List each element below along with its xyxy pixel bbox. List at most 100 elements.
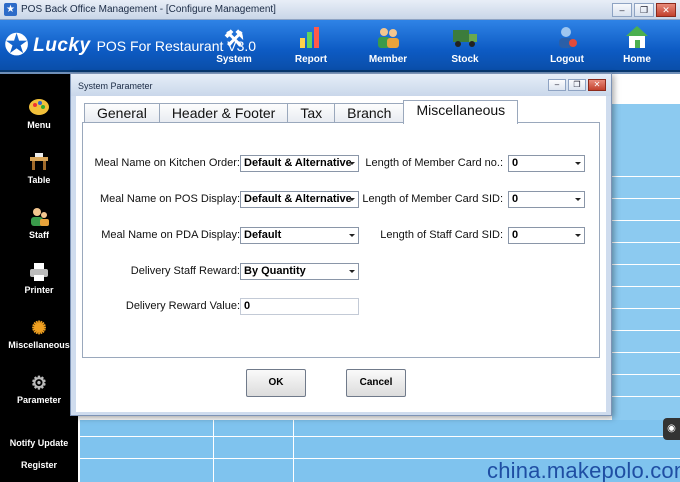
grid-column — [213, 420, 214, 482]
grid-line — [612, 286, 680, 287]
tab-branch[interactable]: Branch — [334, 103, 405, 123]
dialog-close-button[interactable]: ✕ — [588, 79, 606, 91]
system-parameter-dialog: System Parameter – ❐ ✕ General Header & … — [70, 73, 612, 416]
sidebar-item-staff[interactable]: Staff — [0, 206, 78, 240]
kitchen-order-select[interactable]: Default & Alternative — [240, 155, 359, 172]
table-icon — [0, 151, 78, 175]
grid-column — [293, 420, 294, 482]
staff-card-sid-label: Length of Staff Card SID: — [380, 229, 503, 241]
toolbar-home-label: Home — [623, 54, 651, 65]
watermark-text: china.makepolo.com — [487, 458, 680, 482]
member-card-sid-value: 0 — [512, 193, 519, 205]
window-title-bar: ★ POS Back Office Management - [Configur… — [0, 0, 680, 20]
notify-update-link[interactable]: Notify Update — [0, 438, 78, 448]
gear-icon: ⚙ — [30, 373, 48, 393]
toolbar-system-label: System — [216, 54, 252, 65]
delivery-reward-value-input[interactable]: 0 — [240, 298, 359, 315]
toolbar-report-label: Report — [294, 54, 328, 65]
close-button[interactable]: ✕ — [656, 3, 676, 17]
sidebar-item-parameter[interactable]: ⚙ Parameter — [0, 371, 78, 405]
tab-miscellaneous[interactable]: Miscellaneous — [403, 100, 519, 124]
dialog-minimize-button[interactable]: – — [548, 79, 566, 91]
staff-icon — [0, 206, 78, 230]
staff-card-sid-value: 0 — [512, 229, 519, 241]
home-icon — [607, 24, 667, 54]
kitchen-order-value: Default & Alternative — [244, 157, 352, 169]
ok-button[interactable]: OK — [246, 369, 306, 397]
grid-line — [612, 374, 680, 375]
dialog-controls: – ❐ ✕ — [548, 79, 606, 91]
chevron-down-icon — [349, 162, 355, 165]
toolbar-member-button[interactable]: Member — [358, 24, 418, 68]
chevron-down-icon — [575, 234, 581, 237]
dialog-restore-button[interactable]: ❐ — [568, 79, 586, 91]
sidebar-item-label: Staff — [29, 230, 49, 240]
chevron-down-icon — [349, 198, 355, 201]
bar-chart-icon — [281, 24, 341, 54]
grid-line — [612, 242, 680, 243]
delivery-staff-reward-value: By Quantity — [244, 265, 306, 277]
app-star-icon: ★ — [4, 3, 17, 16]
sidebar-item-miscellaneous[interactable]: ✺ Miscellaneous — [0, 316, 78, 350]
main-toolbar: ✪ Lucky POS For Restaurant V3.0 ⚒ System… — [0, 20, 680, 72]
toolbar-report-button[interactable]: Report — [281, 24, 341, 68]
cancel-button[interactable]: Cancel — [346, 369, 406, 397]
staff-card-sid-select[interactable]: 0 — [508, 227, 585, 244]
palette-icon — [0, 96, 78, 120]
minimize-button[interactable]: – — [612, 3, 632, 17]
grid-line — [612, 198, 680, 199]
grid-line — [80, 436, 680, 437]
grid-line — [612, 220, 680, 221]
member-card-sid-label: Length of Member Card SID: — [362, 193, 503, 205]
sidebar-item-label: Menu — [27, 120, 51, 130]
tab-tax[interactable]: Tax — [287, 103, 336, 123]
sidebar-item-label: Printer — [24, 285, 54, 295]
pos-display-value: Default & Alternative — [244, 193, 352, 205]
member-card-length-select[interactable]: 0 — [508, 155, 585, 172]
grid-line — [612, 176, 680, 177]
grid-line — [612, 264, 680, 265]
toolbar-home-button[interactable]: Home — [607, 24, 667, 68]
delivery-staff-reward-label: Delivery Staff Reward: — [130, 265, 240, 277]
pda-display-value: Default — [244, 229, 282, 241]
window-controls: – ❐ ✕ — [612, 3, 676, 17]
member-card-sid-select[interactable]: 0 — [508, 191, 585, 208]
background-grid-strip — [612, 104, 680, 420]
sidebar-item-label: Table — [27, 175, 51, 185]
register-link[interactable]: Register — [0, 460, 78, 470]
dialog-body: General Header & Footer Tax Branch Misce… — [76, 96, 606, 412]
sidebar: Menu Table Staff Printer ✺ Miscellaneous… — [0, 74, 78, 482]
grid-line — [612, 396, 680, 397]
chevron-down-icon — [575, 162, 581, 165]
grid-line — [612, 330, 680, 331]
pos-display-select[interactable]: Default & Alternative — [240, 191, 359, 208]
tab-strip: General Header & Footer Tax Branch Misce… — [84, 100, 519, 124]
toolbar-logout-button[interactable]: Logout — [537, 24, 597, 68]
delivery-reward-value-label: Delivery Reward Value: — [125, 300, 240, 312]
sidebar-item-printer[interactable]: Printer — [0, 261, 78, 295]
toolbar-logout-label: Logout — [550, 54, 584, 65]
dialog-title: System Parameter — [78, 81, 153, 91]
tab-general[interactable]: General — [84, 103, 160, 123]
collapse-tab-button[interactable]: ◉ — [663, 418, 680, 440]
gear-flower-icon: ✺ — [31, 318, 47, 338]
pda-display-select[interactable]: Default — [240, 227, 359, 244]
delivery-staff-reward-select[interactable]: By Quantity — [240, 263, 359, 280]
grid-line — [612, 352, 680, 353]
pda-display-label: Meal Name on PDA Display: — [101, 229, 240, 241]
printer-icon — [0, 261, 78, 285]
truck-icon — [435, 24, 495, 54]
member-card-length-label: Length of Member Card no.: — [365, 157, 503, 169]
sidebar-item-menu[interactable]: Menu — [0, 96, 78, 130]
toolbar-system-button[interactable]: ⚒ System — [204, 24, 264, 68]
chevron-down-icon — [575, 198, 581, 201]
miscellaneous-panel: Meal Name on Kitchen Order: Default & Al… — [82, 122, 600, 358]
dialog-title-bar: System Parameter – ❐ ✕ — [71, 74, 611, 96]
user-logout-icon — [537, 24, 597, 54]
sidebar-item-table[interactable]: Table — [0, 151, 78, 185]
people-icon — [358, 24, 418, 54]
restore-button[interactable]: ❐ — [634, 3, 654, 17]
window-title: POS Back Office Management - [Configure … — [21, 4, 276, 15]
tab-header-footer[interactable]: Header & Footer — [158, 103, 289, 123]
toolbar-stock-button[interactable]: Stock — [435, 24, 495, 68]
